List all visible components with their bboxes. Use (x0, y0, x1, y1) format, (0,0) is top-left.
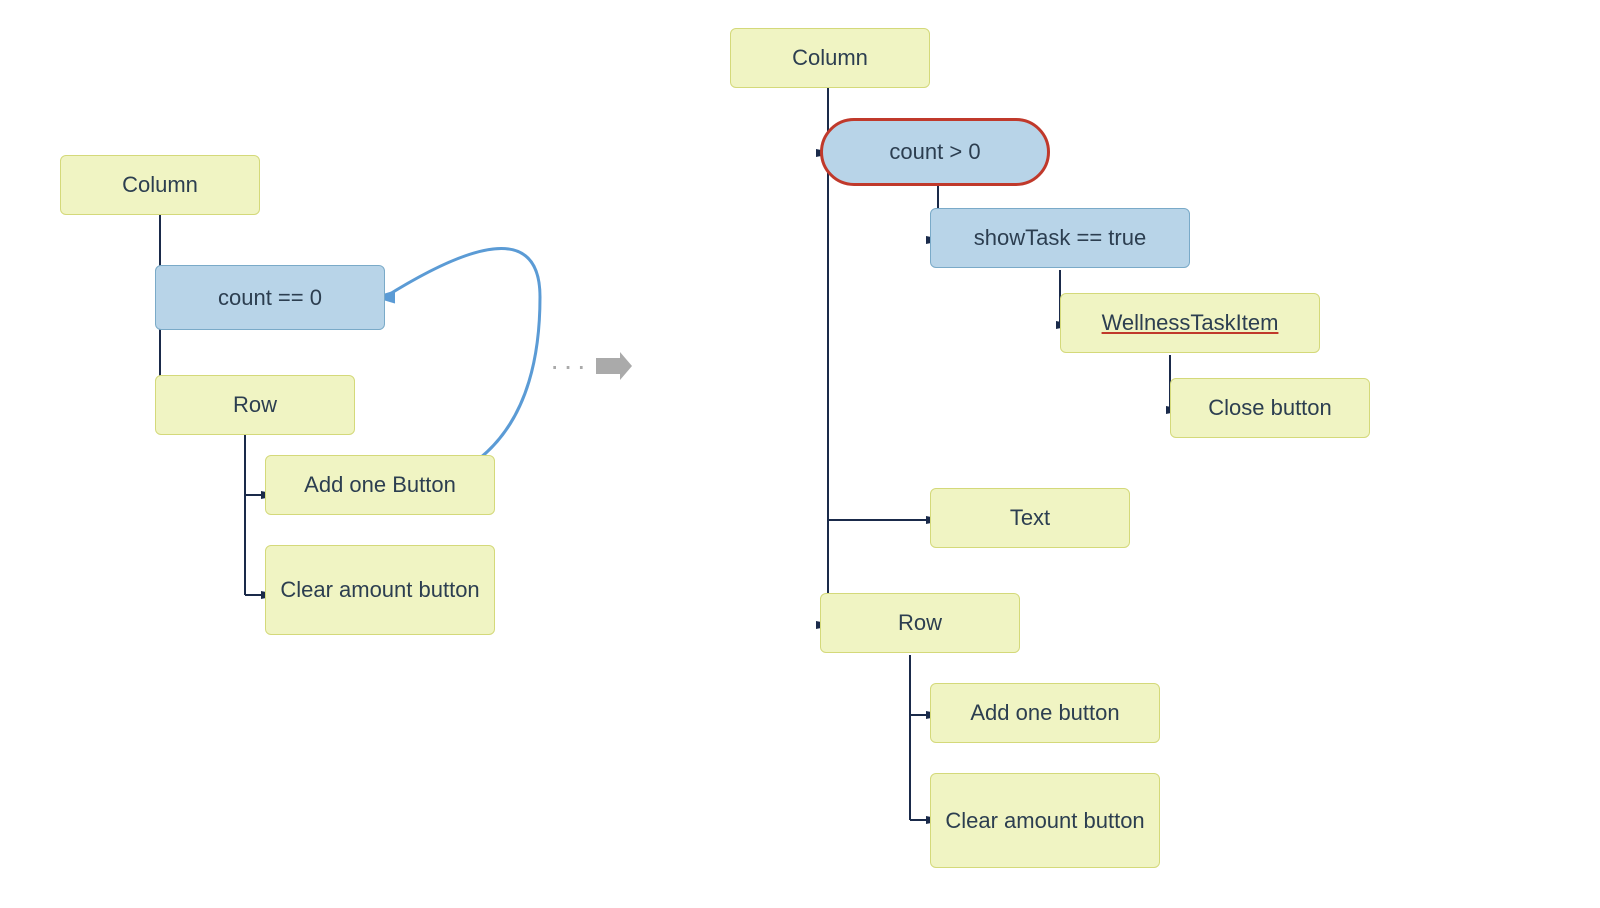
left-count-eq0-node: count == 0 (155, 265, 385, 330)
right-column-node: Column (730, 28, 930, 88)
right-close-button-node: Close button (1170, 378, 1370, 438)
left-clear-amount-node: Clear amount button (265, 545, 495, 635)
right-add-one-button-node: Add one button (930, 683, 1160, 743)
connector-lines (0, 0, 1600, 908)
diagram-container: Column count == 0 Row Add one Button Cle… (0, 0, 1600, 908)
right-show-task-node: showTask == true (930, 208, 1190, 268)
left-add-one-button-node: Add one Button (265, 455, 495, 515)
dots-arrow-icon (596, 352, 632, 380)
right-count-gt0-node: count > 0 (820, 118, 1050, 186)
left-column-node: Column (60, 155, 260, 215)
right-clear-amount-button-node: Clear amount button (930, 773, 1160, 868)
right-row-node: Row (820, 593, 1020, 653)
right-text-node: Text (930, 488, 1130, 548)
dots-separator: ··· (550, 350, 632, 382)
right-wellness-task-item-node: WellnessTaskItem (1060, 293, 1320, 353)
left-row-node: Row (155, 375, 355, 435)
